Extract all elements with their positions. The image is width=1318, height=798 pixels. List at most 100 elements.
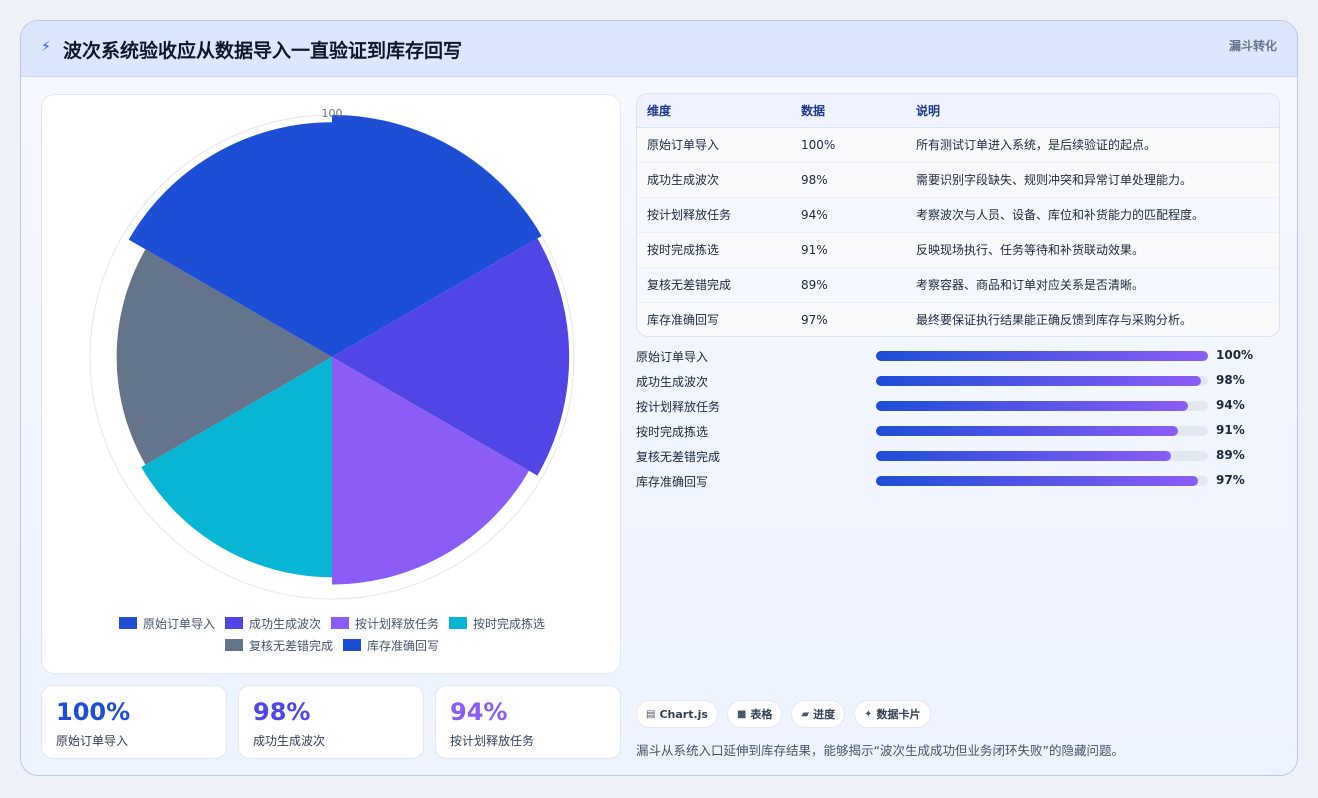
table-header-row: 维度 数据 说明 (637, 94, 1279, 128)
table-cell: 按时完成拣选 (637, 232, 791, 268)
legend-item-5[interactable]: 库存准确回写 (343, 637, 439, 653)
table-cell: 考察波次与人员、设备、库位和补货能力的匹配程度。 (906, 197, 1279, 233)
polar-area-chart: 100 (89, 107, 575, 600)
kpi-value: 94% (450, 698, 508, 726)
chip-progress[interactable]: ▰ 进度 (791, 700, 846, 728)
progress-fill (876, 401, 1189, 411)
progress-value: 100% (1216, 348, 1254, 362)
progress-track (876, 476, 1208, 486)
table-cell: 98% (791, 162, 906, 198)
progress-track (876, 401, 1208, 411)
table-cell: 最终要保证执行结果能正确反馈到库存与采购分析。 (906, 302, 1279, 336)
kpi-value: 100% (56, 698, 131, 726)
chart-icon: ▤ (646, 708, 656, 720)
progress-label: 复核无差错完成 (636, 450, 721, 464)
table-row: 复核无差错完成 89% 考察容器、商品和订单对应关系是否清晰。 (637, 267, 1279, 303)
column-header: 数据 (791, 94, 906, 128)
bolt-icon: ⚡ (41, 39, 51, 55)
table-row: 成功生成波次 98% 需要识别字段缺失、规则冲突和异常订单处理能力。 (637, 162, 1279, 198)
table-cell: 所有测试订单进入系统，是后续验证的起点。 (906, 127, 1279, 163)
table-cell: 反映现场执行、任务等待和补货联动效果。 (906, 232, 1279, 268)
progress-row: 成功生成波次 98% (636, 371, 1280, 391)
progress-label: 成功生成波次 (636, 375, 709, 389)
table-cell: 按计划释放任务 (637, 197, 791, 233)
legend-item-4[interactable]: 复核无差错完成 (224, 637, 333, 653)
progress-track (876, 426, 1208, 436)
kpi-label: 原始订单导入 (56, 734, 129, 748)
progress-fill (876, 376, 1202, 386)
radial-tick-label: 100 (322, 107, 343, 120)
progress-row: 库存准确回写 97% (636, 471, 1280, 491)
legend-item-2[interactable]: 按计划释放任务 (331, 615, 439, 631)
kpi-card-2: 94% 按计划释放任务 (435, 685, 621, 759)
legend-item-1[interactable]: 成功生成波次 (224, 615, 321, 631)
chip-table[interactable]: ■ 表格 (726, 700, 783, 728)
table-cell: 91% (791, 232, 906, 268)
progress-value: 98% (1216, 373, 1245, 387)
legend-label: 按计划释放任务 (355, 616, 440, 631)
progress-track (876, 451, 1208, 461)
page-title: 波次系统验收应从数据导入一直验证到库存回写 (63, 40, 463, 62)
table-cell: 库存准确回写 (637, 302, 791, 336)
progress-label: 按计划释放任务 (636, 400, 721, 414)
legend-swatch (449, 617, 468, 629)
progress-fill (876, 451, 1172, 461)
progress-row: 复核无差错完成 89% (636, 446, 1280, 466)
legend-label: 库存准确回写 (367, 638, 440, 653)
progress-value: 89% (1216, 448, 1245, 462)
table-row: 原始订单导入 100% 所有测试订单进入系统，是后续验证的起点。 (637, 127, 1279, 163)
progress-row: 按计划释放任务 94% (636, 396, 1280, 416)
sparkle-icon: ✦ (864, 708, 873, 720)
table-row: 按时完成拣选 91% 反映现场执行、任务等待和补货联动效果。 (637, 232, 1279, 268)
table-cell: 94% (791, 197, 906, 233)
legend-label: 成功生成波次 (248, 616, 321, 631)
data-table: 维度 数据 说明 原始订单导入 100% 所有测试订单进入系统，是后续验证的起点… (636, 93, 1280, 337)
legend-item-0[interactable]: 原始订单导入 (118, 615, 215, 631)
progress-label: 按时完成拣选 (636, 425, 709, 439)
progress-value: 91% (1216, 423, 1245, 437)
table-row: 按计划释放任务 94% 考察波次与人员、设备、库位和补货能力的匹配程度。 (637, 197, 1279, 233)
progress-fill (876, 476, 1199, 486)
column-header: 维度 (637, 94, 791, 128)
kpi-card-0: 100% 原始订单导入 (41, 685, 227, 759)
table-row: 库存准确回写 97% 最终要保证执行结果能正确反馈到库存与采购分析。 (637, 302, 1279, 336)
table-cell: 89% (791, 267, 906, 303)
chip-label: Chart.js (659, 707, 708, 721)
table-cell: 考察容器、商品和订单对应关系是否清晰。 (906, 267, 1279, 303)
progress-icon: ▰ (801, 708, 810, 720)
chip-data-card[interactable]: ✦ 数据卡片 (854, 700, 931, 728)
progress-row: 原始订单导入 100% (636, 346, 1280, 366)
table-cell: 97% (791, 302, 906, 336)
progress-fill (876, 426, 1179, 436)
kpi-card-1: 98% 成功生成波次 (238, 685, 424, 759)
header: ⚡ 波次系统验收应从数据导入一直验证到库存回写 漏斗转化 (21, 21, 1297, 77)
chart-legend: 原始订单导入 成功生成波次 按计划释放任务 按时完成拣选复核无差错完成 库存准确回写 (82, 615, 582, 653)
feature-chips: ▤ Chart.js ■ 表格 ▰ 进度 ✦ 数据卡片 (636, 700, 940, 728)
kpi-label: 按计划释放任务 (450, 734, 535, 748)
column-header: 说明 (906, 94, 1279, 128)
legend-label: 按时完成拣选 (473, 616, 546, 631)
table-cell: 成功生成波次 (637, 162, 791, 198)
progress-track (876, 376, 1208, 386)
legend-swatch (224, 617, 243, 629)
footnote: 漏斗从系统入口延伸到库存结果，能够揭示“波次生成成功但业务闭环失败”的隐藏问题。 (636, 743, 1124, 758)
kpi-label: 成功生成波次 (253, 734, 326, 748)
legend-swatch (343, 639, 361, 651)
table-cell: 100% (791, 127, 906, 163)
progress-value: 94% (1216, 398, 1245, 412)
chip-chartjs[interactable]: ▤ Chart.js (636, 700, 718, 728)
progress-label: 原始订单导入 (636, 350, 709, 364)
chart-type-tag: 漏斗转化 (1228, 39, 1277, 53)
chip-label: 进度 (813, 708, 836, 721)
kpi-value: 98% (253, 698, 311, 726)
progress-label: 库存准确回写 (636, 475, 709, 489)
polar-chart-panel: 100 原始订单导入 成功生成波次 按计划释放任务 按时完成拣选复核无差错完成 库存准确… (41, 94, 621, 674)
table-cell: 原始订单导入 (637, 127, 791, 163)
progress-row: 按时完成拣选 91% (636, 421, 1280, 441)
legend-item-3[interactable]: 按时完成拣选 (449, 615, 545, 631)
legend-swatch (224, 639, 243, 651)
progress-value: 97% (1216, 473, 1245, 487)
legend-label: 复核无差错完成 (248, 638, 333, 653)
legend-swatch (331, 617, 349, 629)
table-cell: 复核无差错完成 (637, 267, 791, 303)
